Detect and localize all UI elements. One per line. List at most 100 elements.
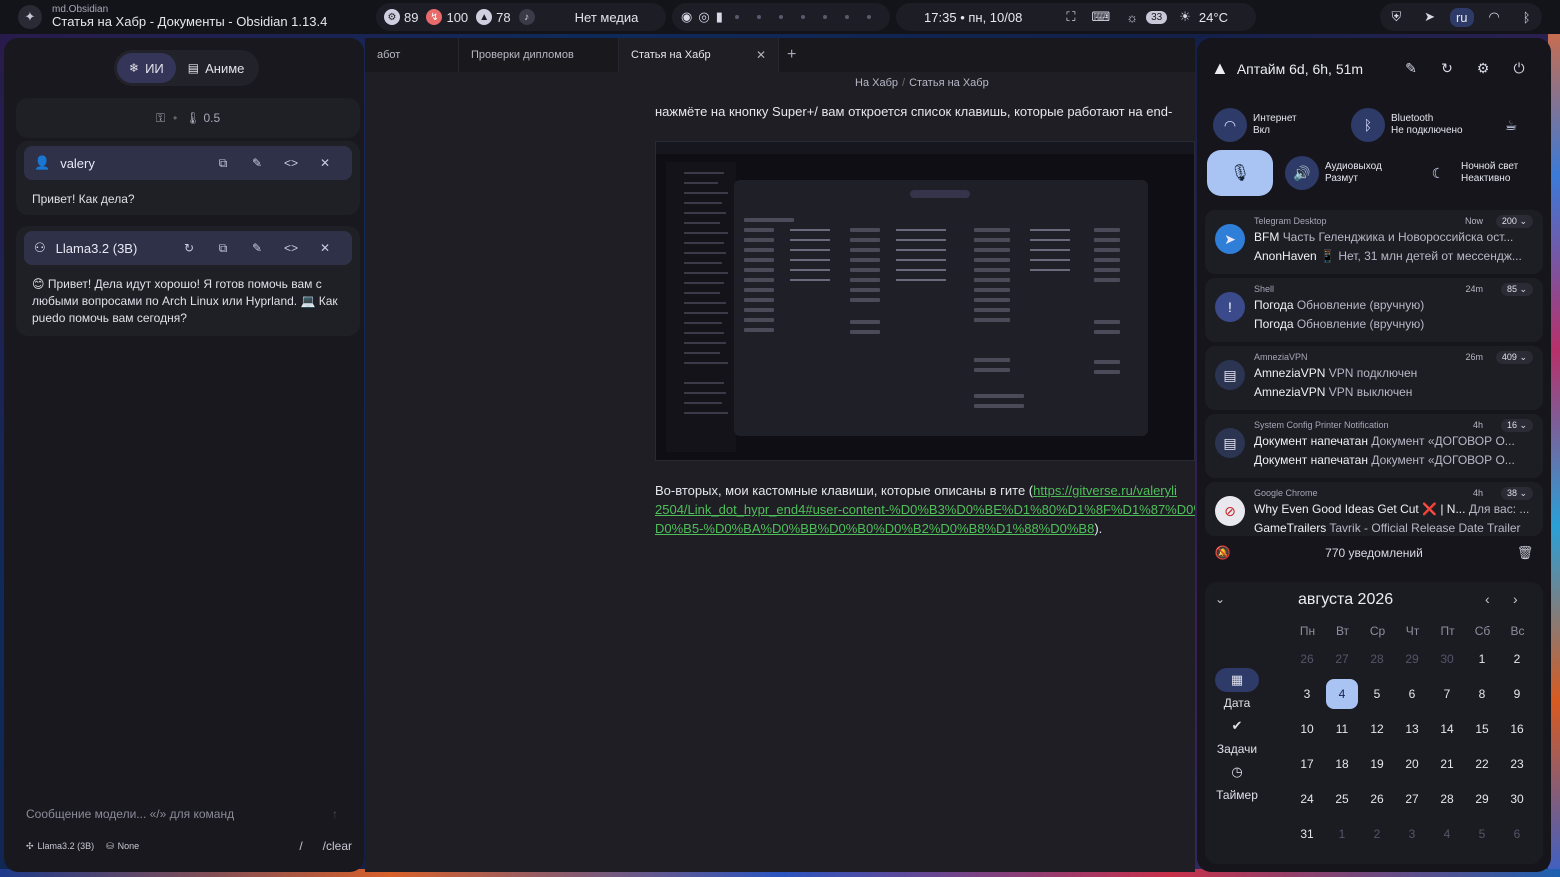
clear-command-button[interactable]: /clear [323, 839, 352, 853]
model-selector[interactable]: ✣ Llama3.2 (3B) [26, 841, 94, 852]
power-icon[interactable]: ⏻ [1501, 60, 1537, 77]
edit-icon[interactable]: ✎ [240, 156, 274, 170]
workspace-1-icon[interactable]: ◉ [681, 9, 692, 25]
quick-toggle-bluetooth[interactable]: ᛒ Bluetooth Не подключено [1345, 104, 1475, 146]
calendar-day[interactable]: 3 [1396, 819, 1428, 849]
temperature-value[interactable]: 0.5 [203, 111, 220, 125]
key-icon[interactable]: ⚿ [156, 111, 165, 126]
fullscreen-icon[interactable]: ⛶ [1066, 9, 1075, 25]
media-status[interactable]: Нет медиа [575, 10, 639, 25]
chevron-right-icon[interactable]: › [1513, 591, 1518, 607]
calendar-day[interactable]: 30 [1431, 644, 1463, 674]
code-icon[interactable]: <> [274, 241, 308, 255]
calendar-day[interactable]: 22 [1466, 749, 1498, 779]
calendar-day[interactable]: 20 [1396, 749, 1428, 779]
keyboard-icon[interactable]: ⌨ [1091, 9, 1110, 25]
regenerate-icon[interactable]: ↻ [172, 241, 206, 255]
calendar-day[interactable]: 11 [1326, 714, 1358, 744]
workspace-2-icon[interactable]: ◎ [698, 9, 709, 25]
calendar-tab-date[interactable]: ▦ Дата [1215, 668, 1259, 710]
copy-icon[interactable]: ⧉ [206, 156, 240, 171]
workspace-dot[interactable] [800, 15, 805, 19]
edit-icon[interactable]: ✎ [240, 241, 274, 255]
calendar-day[interactable]: 2 [1361, 819, 1393, 849]
calendar-day[interactable]: 3 [1291, 679, 1323, 709]
calendar-day[interactable]: 6 [1396, 679, 1428, 709]
workspace-dot[interactable] [734, 15, 739, 19]
notification-card[interactable]: ! Shell 24m 85 ⌄ Погода Обновление (вруч… [1205, 278, 1543, 342]
tool-selector[interactable]: ⛁ None [106, 841, 139, 852]
workspace-dot[interactable] [844, 15, 849, 19]
notification-card[interactable]: ⊘ Google Chrome 4h 38 ⌄ Why Even Good Id… [1205, 482, 1543, 536]
gitverse-link[interactable]: https://gitverse.ru/valeryli [1033, 483, 1177, 498]
clock[interactable]: 17:35 • пн, 10/08 [924, 10, 1022, 25]
restart-icon[interactable]: ↻ [1429, 60, 1465, 77]
notification-count[interactable]: 200 ⌄ [1495, 215, 1533, 228]
notification-card[interactable]: ➤ Telegram Desktop Now 200 ⌄ BFM Часть Г… [1205, 210, 1543, 274]
calendar-day[interactable]: 23 [1501, 749, 1533, 779]
gitverse-link[interactable]: D0%B5-%D0%BA%D0%BB%D0%B0%D0%B2%D0%B8%D1%… [655, 521, 1094, 536]
editor-tab[interactable]: Проверки дипломов [459, 38, 619, 72]
notification-count[interactable]: 38 ⌄ [1500, 487, 1533, 500]
telegram-icon[interactable]: ➤ [1424, 9, 1435, 25]
calendar-tab-timer[interactable]: ◷ Таймер [1215, 760, 1259, 802]
calendar-day[interactable]: 18 [1326, 749, 1358, 779]
slash-command-button[interactable]: / [299, 839, 302, 853]
clear-all-icon[interactable]: 🗑 [1507, 545, 1543, 561]
code-icon[interactable]: <> [274, 156, 308, 170]
calendar-day[interactable]: 29 [1466, 784, 1498, 814]
close-icon[interactable]: ✕ [308, 241, 342, 255]
tab-anime[interactable]: ▤ Аниме [176, 53, 257, 83]
message-input[interactable]: Сообщение модели... «/» для команд ↑ [16, 796, 352, 832]
calendar-day[interactable]: 14 [1431, 714, 1463, 744]
breadcrumb-item[interactable]: На Хабр [855, 77, 898, 89]
notification-count[interactable]: 85 ⌄ [1500, 283, 1533, 296]
calendar-day[interactable]: 21 [1431, 749, 1463, 779]
calendar-day-today[interactable]: 4 [1326, 679, 1358, 709]
calendar-day[interactable]: 4 [1431, 819, 1463, 849]
calendar-day[interactable]: 27 [1326, 644, 1358, 674]
chevron-left-icon[interactable]: ‹ [1485, 591, 1490, 607]
close-icon[interactable]: ✕ [308, 156, 342, 170]
workspace-3-icon[interactable]: ▮ [716, 9, 723, 25]
calendar-day[interactable]: 2 [1501, 644, 1533, 674]
calendar-day[interactable]: 27 [1396, 784, 1428, 814]
wifi-icon[interactable]: ◠ [1488, 9, 1499, 25]
chevron-down-icon[interactable]: ⌄ [1215, 592, 1225, 606]
workspace-dot[interactable] [822, 15, 827, 19]
notification-card[interactable]: ▤ AmneziaVPN 26m 409 ⌄ AmneziaVPN VPN по… [1205, 346, 1543, 410]
gear-icon[interactable]: ⚙ [1465, 60, 1501, 77]
calendar-day[interactable]: 28 [1361, 644, 1393, 674]
calendar-day[interactable]: 16 [1501, 714, 1533, 744]
weather-value[interactable]: 24°C [1199, 10, 1228, 25]
close-icon[interactable]: ✕ [756, 48, 766, 62]
tab-ai[interactable]: ❄ ИИ [117, 53, 176, 83]
copy-icon[interactable]: ⧉ [206, 241, 240, 256]
calendar-day[interactable]: 12 [1361, 714, 1393, 744]
embedded-screenshot[interactable] [655, 141, 1195, 461]
calendar-day[interactable]: 28 [1431, 784, 1463, 814]
calendar-day[interactable]: 13 [1396, 714, 1428, 744]
edit-icon[interactable]: ✎ [1393, 60, 1429, 77]
editor-tab-active[interactable]: Статья на Хабр ✕ [619, 38, 779, 72]
editor-tab[interactable]: абот [365, 38, 459, 72]
microphone-toggle[interactable]: 🎙 [1207, 150, 1273, 196]
notification-card[interactable]: ▤ System Config Printer Notification 4h … [1205, 414, 1543, 478]
calendar-day[interactable]: 1 [1326, 819, 1358, 849]
notification-count[interactable]: 16 ⌄ [1500, 419, 1533, 432]
bluetooth-icon[interactable]: ᛒ [1523, 10, 1531, 25]
calendar-day[interactable]: 1 [1466, 644, 1498, 674]
calendar-day[interactable]: 17 [1291, 749, 1323, 779]
workspace-dot[interactable] [866, 15, 871, 19]
breadcrumb-item[interactable]: Статья на Хабр [909, 77, 989, 89]
calendar-day[interactable]: 31 [1291, 819, 1323, 849]
send-icon[interactable]: ↑ [332, 807, 338, 821]
calendar-day[interactable]: 30 [1501, 784, 1533, 814]
calendar-tab-tasks[interactable]: ✔ Задачи [1215, 714, 1259, 756]
gitverse-link[interactable]: 2504/Link_dot_hypr_end4#user-content-%D0… [655, 502, 1195, 517]
language-indicator[interactable]: ru [1449, 7, 1474, 27]
quick-toggle-nightlight[interactable]: ☾ Ночной свет Неактивно [1415, 152, 1545, 194]
launcher-icon[interactable]: ✦ [18, 5, 42, 29]
calendar-day[interactable]: 10 [1291, 714, 1323, 744]
silent-bell-icon[interactable]: 🔕 [1205, 545, 1241, 561]
